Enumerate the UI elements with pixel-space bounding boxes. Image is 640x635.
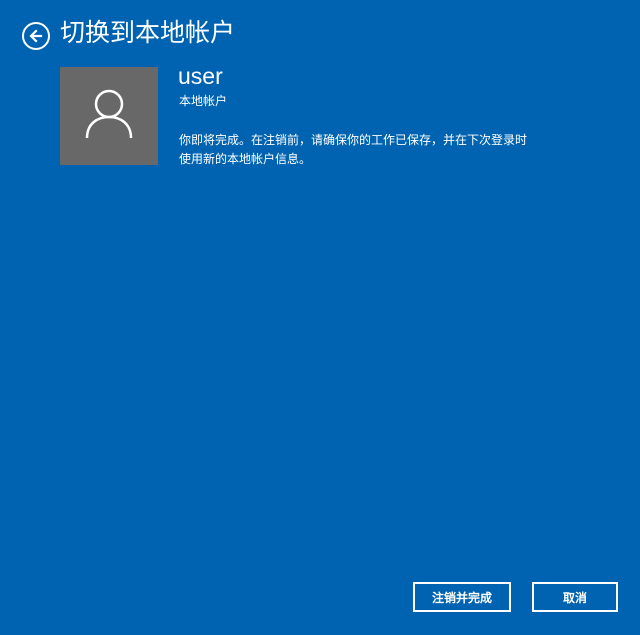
avatar xyxy=(60,67,158,165)
account-type: 本地帐户 xyxy=(179,94,228,108)
back-button[interactable] xyxy=(22,22,50,50)
page-title: 切换到本地帐户 xyxy=(60,18,236,47)
back-arrow-icon xyxy=(28,28,44,44)
user-avatar-icon xyxy=(84,88,134,144)
sign-out-and-finish-button[interactable]: 注销并完成 xyxy=(413,582,511,612)
user-name: user xyxy=(178,63,223,89)
cancel-button[interactable]: 取消 xyxy=(532,582,618,612)
info-message-line: 你即将完成。在注销前，请确保你的工作已保存，并在下次登录时 xyxy=(179,133,528,147)
info-message-line: 使用新的本地帐户信息。 xyxy=(179,152,312,166)
info-message: 你即将完成。在注销前，请确保你的工作已保存，并在下次登录时 使用新的本地帐户信息… xyxy=(179,131,609,169)
